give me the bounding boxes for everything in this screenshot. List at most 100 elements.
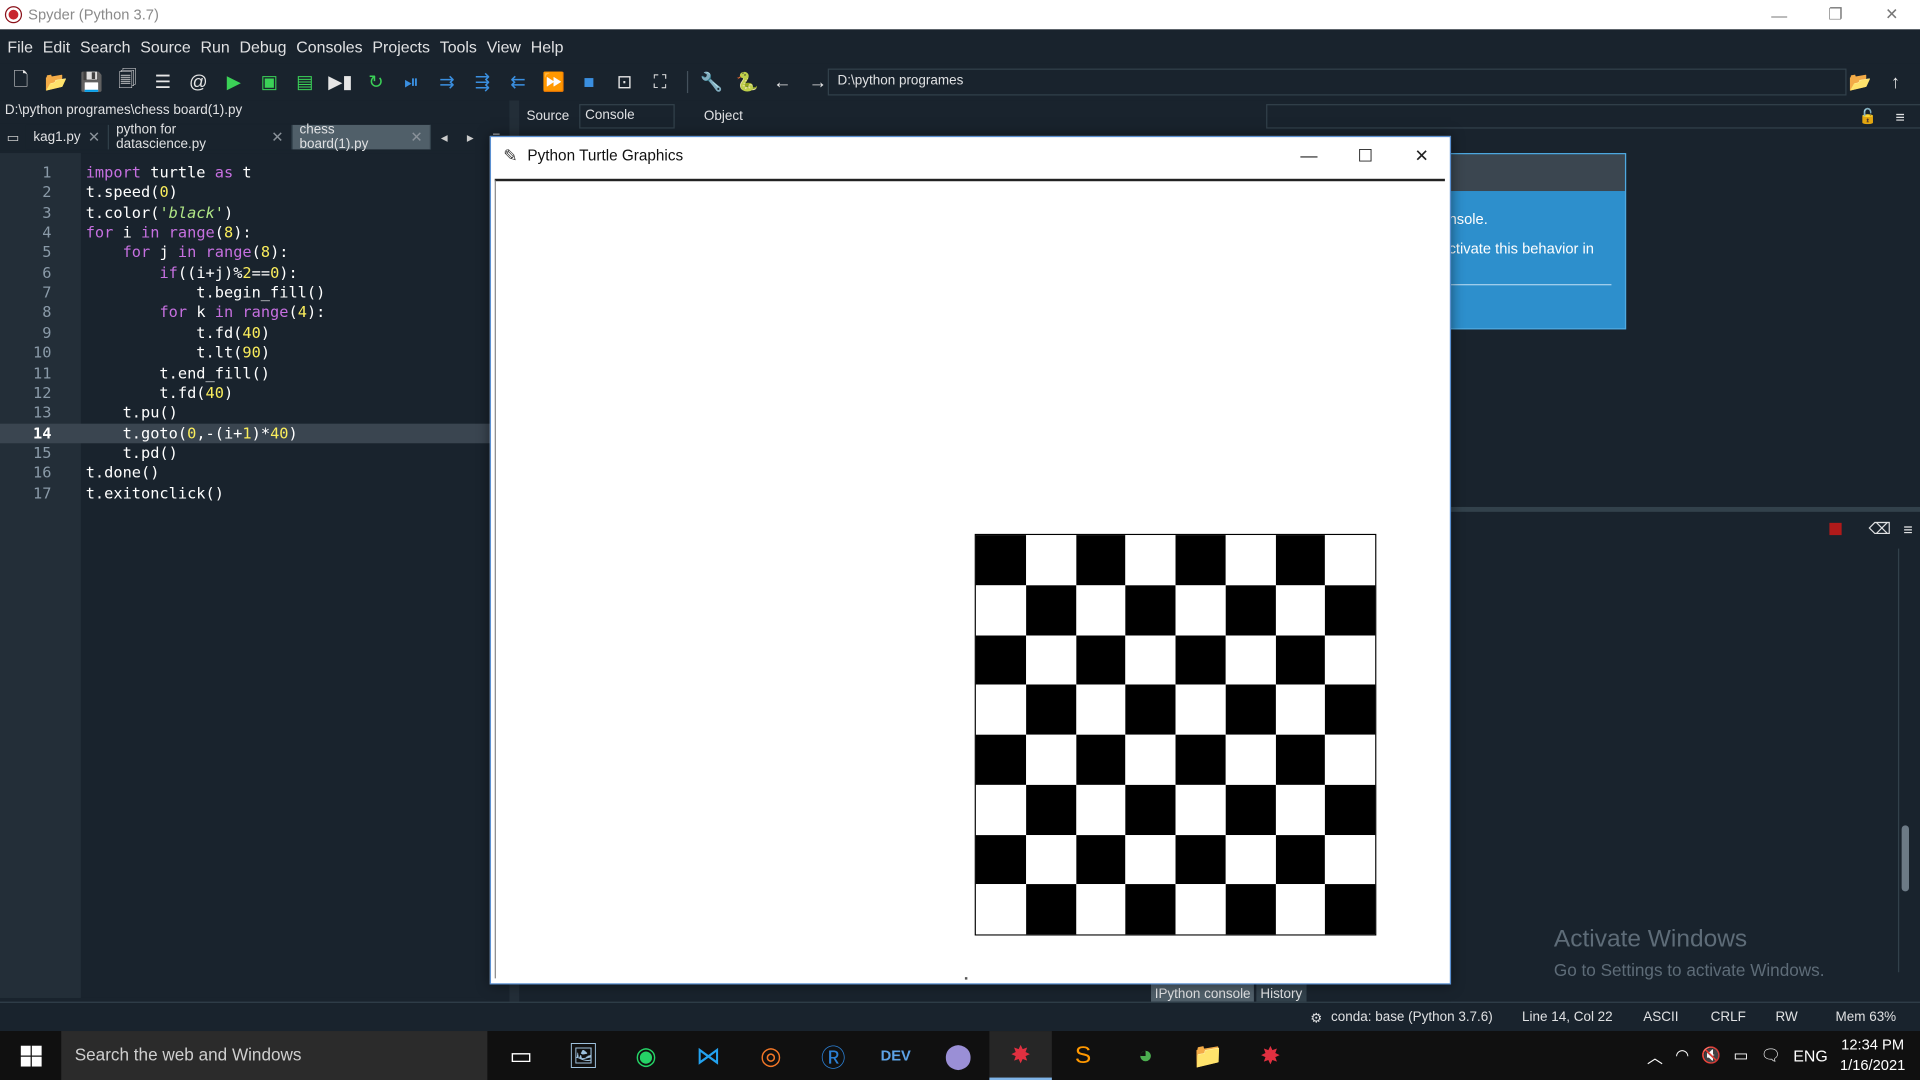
maximize-pane-icon[interactable]: ⊡: [609, 66, 641, 98]
console-options-icon[interactable]: ≡: [1903, 520, 1912, 538]
spyder-taskbar-icon[interactable]: ✸: [989, 1031, 1052, 1080]
step-icon[interactable]: ⇉: [431, 66, 463, 98]
menu-help[interactable]: Help: [526, 37, 569, 55]
save-icon[interactable]: 💾: [76, 66, 108, 98]
pane-divider[interactable]: [1449, 506, 1920, 512]
parent-directory-icon[interactable]: ↑: [1880, 66, 1912, 98]
stop-debug-icon[interactable]: ■: [573, 66, 605, 98]
jupyter-icon[interactable]: ◎: [740, 1031, 802, 1080]
code-line[interactable]: 11 t.end_fill(): [0, 363, 509, 383]
volume-muted-icon[interactable]: 🔇: [1701, 1046, 1721, 1066]
turtle-close-button[interactable]: ✕: [1393, 137, 1449, 174]
eclipse-icon[interactable]: ⬤: [927, 1031, 989, 1080]
turtle-title-bar[interactable]: ✎ Python Turtle Graphics — ☐ ✕: [491, 137, 1450, 174]
run-cell-advance-icon[interactable]: ▤: [289, 66, 321, 98]
code-line[interactable]: 9 t.fd(40): [0, 323, 509, 343]
object-input[interactable]: [1266, 104, 1920, 129]
code-line[interactable]: 4 for i in range(8):: [0, 223, 509, 243]
wrench-icon[interactable]: 🔧: [696, 66, 728, 98]
fullscreen-icon[interactable]: ⛶: [644, 66, 676, 98]
minimize-button[interactable]: —: [1751, 0, 1807, 29]
chrome-icon[interactable]: ◕: [1114, 1031, 1176, 1080]
notifications-icon[interactable]: 🗨: [1761, 1046, 1781, 1066]
code-line[interactable]: 7 t.begin_fill(): [0, 283, 509, 303]
menu-debug[interactable]: Debug: [235, 37, 292, 55]
code-line[interactable]: 14 t.goto(0,-(i+1)*40): [0, 423, 510, 443]
code-line[interactable]: 15 t.pd(): [0, 443, 509, 463]
back-arrow-icon[interactable]: ←: [767, 66, 799, 98]
menu-view[interactable]: View: [482, 37, 526, 55]
console-scrollbar[interactable]: [1897, 548, 1910, 973]
debug-icon[interactable]: ⏯: [396, 66, 428, 98]
battery-icon[interactable]: ▭: [1733, 1046, 1748, 1066]
task-view-icon[interactable]: ▭: [490, 1031, 552, 1080]
turtle-maximize-button[interactable]: ☐: [1337, 137, 1393, 174]
code-line[interactable]: 3 t.color('black'): [0, 203, 509, 223]
close-tab-icon[interactable]: ✕: [410, 129, 422, 146]
scroll-tabs-right-icon[interactable]: ▸: [457, 125, 483, 149]
tab-kag1[interactable]: kag1.py ✕: [26, 124, 109, 150]
r-app-icon[interactable]: Ⓡ: [802, 1031, 864, 1080]
help-options-icon[interactable]: ≡: [1896, 107, 1905, 125]
input-language[interactable]: ENG: [1793, 1046, 1827, 1064]
code-line[interactable]: 16 t.done(): [0, 463, 509, 483]
code-line[interactable]: 13 t.pu(): [0, 403, 509, 423]
step-return-icon[interactable]: ⇇: [502, 66, 534, 98]
code-editor[interactable]: 1 import turtle as t 2 t.speed(0) 3 t.color('…: [0, 153, 510, 998]
turtle-graphics-window[interactable]: ✎ Python Turtle Graphics — ☐ ✕: [489, 135, 1452, 985]
code-line[interactable]: 2 t.speed(0): [0, 183, 509, 203]
turtle-minimize-button[interactable]: —: [1281, 137, 1337, 174]
restore-button[interactable]: ❐: [1807, 0, 1863, 29]
turtle-canvas[interactable]: [494, 178, 1445, 980]
close-button[interactable]: ✕: [1864, 0, 1920, 29]
scrollbar-thumb[interactable]: [1901, 825, 1909, 892]
menu-tools[interactable]: Tools: [435, 37, 482, 55]
code-line[interactable]: 12 t.fd(40): [0, 383, 509, 403]
rerun-icon[interactable]: ↻: [360, 66, 392, 98]
menu-consoles[interactable]: Consoles: [291, 37, 367, 55]
new-file-icon[interactable]: 🗋: [5, 66, 37, 98]
code-line[interactable]: 10 t.lt(90): [0, 343, 509, 363]
run-cell-icon[interactable]: ▣: [253, 66, 285, 98]
browse-tabs-icon[interactable]: ▭: [0, 125, 26, 149]
save-all-icon[interactable]: 🗐: [111, 66, 143, 98]
close-tab-icon[interactable]: ✕: [271, 129, 283, 146]
menu-search[interactable]: Search: [75, 37, 135, 55]
python-path-icon[interactable]: 🐍: [731, 66, 763, 98]
outline-icon[interactable]: ☰: [147, 66, 179, 98]
close-tab-icon[interactable]: ✕: [88, 129, 100, 146]
dev-cpp-icon[interactable]: DEV: [864, 1031, 926, 1080]
working-directory-input[interactable]: D:\python programes: [827, 68, 1847, 96]
file-explorer-icon[interactable]: 📁: [1177, 1031, 1239, 1080]
whatsapp-icon[interactable]: ◉: [615, 1031, 677, 1080]
code-line[interactable]: 8 for k in range(4):: [0, 303, 509, 323]
sublime-text-icon[interactable]: S: [1052, 1031, 1114, 1080]
run-icon[interactable]: ▶: [218, 66, 250, 98]
photo-app-icon[interactable]: 🖼: [552, 1031, 614, 1080]
start-button[interactable]: [0, 1031, 61, 1080]
step-into-icon[interactable]: ⇶: [467, 66, 499, 98]
open-file-icon[interactable]: 📂: [40, 66, 72, 98]
at-icon[interactable]: @: [182, 66, 214, 98]
stop-kernel-icon[interactable]: [1829, 522, 1842, 536]
vscode-icon[interactable]: ⋈: [677, 1031, 739, 1080]
clock[interactable]: 12:34 PM 1/16/2021: [1840, 1035, 1905, 1077]
code-line[interactable]: 17 t.exitonclick(): [0, 483, 509, 503]
menu-source[interactable]: Source: [135, 37, 195, 55]
tab-chess-board[interactable]: chess board(1).py ✕: [292, 122, 432, 152]
menu-file[interactable]: File: [2, 37, 37, 55]
menu-projects[interactable]: Projects: [368, 37, 435, 55]
run-selection-icon[interactable]: ▶▮: [324, 66, 356, 98]
show-hidden-icons[interactable]: ︿: [1647, 1044, 1663, 1067]
scroll-tabs-left-icon[interactable]: ◂: [431, 125, 457, 149]
lock-icon[interactable]: 🔓: [1859, 108, 1877, 125]
tab-python-for-datascience[interactable]: python for datascience.py ✕: [108, 122, 293, 152]
menu-edit[interactable]: Edit: [38, 37, 75, 55]
continue-icon[interactable]: ⏩: [538, 66, 570, 98]
browse-folder-icon[interactable]: 📂: [1844, 66, 1876, 98]
code-line[interactable]: 1 import turtle as t: [0, 163, 509, 183]
spyder-alt-icon[interactable]: ✸: [1239, 1031, 1301, 1080]
code-line[interactable]: 6 if((i+j)%2==0):: [0, 263, 509, 283]
eraser-icon[interactable]: ⌫: [1869, 519, 1892, 539]
source-select[interactable]: Console: [579, 104, 675, 129]
